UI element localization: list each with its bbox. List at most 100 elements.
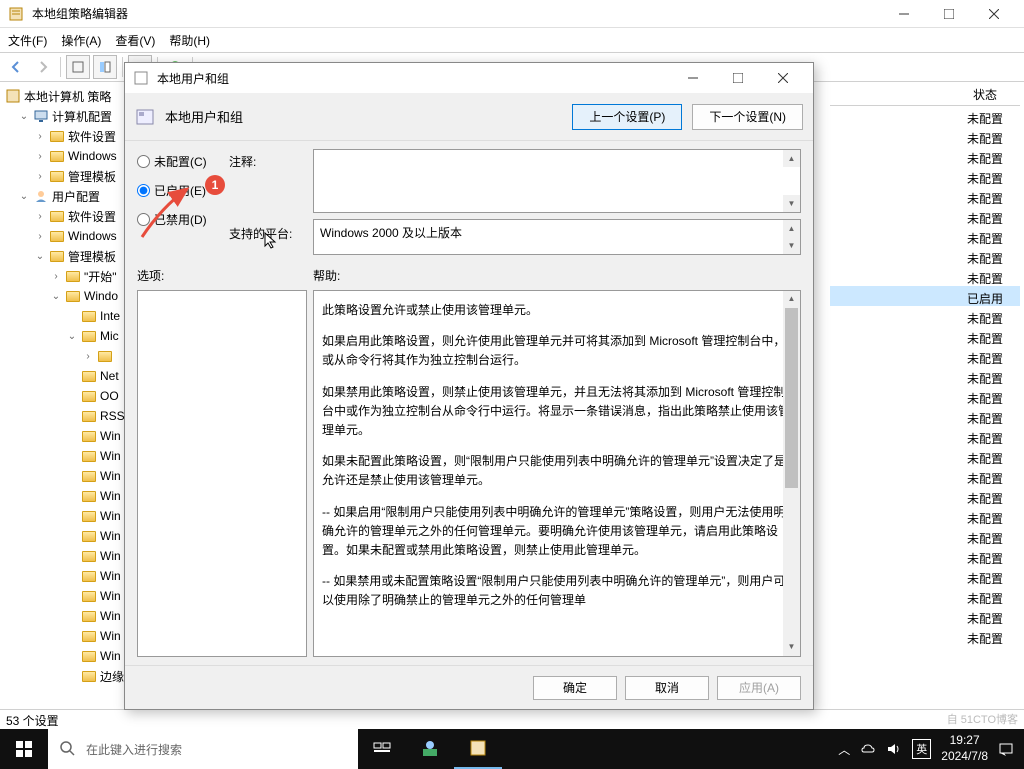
folder-icon (81, 608, 97, 624)
list-row[interactable]: 未配置 (830, 166, 1020, 186)
folder-icon (49, 228, 65, 244)
tray-clock[interactable]: 19:27 2024/7/8 (941, 733, 988, 764)
menu-view[interactable]: 查看(V) (115, 32, 155, 49)
list-row[interactable]: 未配置 (830, 106, 1020, 126)
radio-not-configured[interactable]: 未配置(C) (137, 153, 223, 170)
tree-toggle-icon[interactable]: › (34, 211, 46, 222)
folder-icon (81, 328, 97, 344)
list-row[interactable]: 未配置 (830, 366, 1020, 386)
dialog-close[interactable] (760, 63, 805, 93)
radio-disabled[interactable]: 已禁用(D) (137, 211, 223, 228)
list-row[interactable]: 未配置 (830, 146, 1020, 166)
list-row[interactable]: 未配置 (830, 406, 1020, 426)
scroll-up-icon[interactable]: ▲ (783, 220, 800, 237)
list-header[interactable]: 状态 (830, 82, 1020, 106)
tree-toggle-icon[interactable]: › (50, 271, 62, 282)
list-row[interactable]: 未配置 (830, 306, 1020, 326)
list-row[interactable]: 未配置 (830, 506, 1020, 526)
window-controls (881, 0, 1016, 28)
tree-toggle-icon[interactable]: › (34, 151, 46, 162)
options-box (137, 290, 307, 657)
tree-toggle-icon[interactable]: › (82, 351, 94, 362)
help-paragraph: 如果禁用此策略设置，则禁止使用该管理单元，并且无法将其添加到 Microsoft… (322, 383, 792, 441)
tree-toggle-icon[interactable]: › (34, 131, 46, 142)
list-row[interactable]: 未配置 (830, 546, 1020, 566)
list-row[interactable]: 未配置 (830, 246, 1020, 266)
dialog-titlebar[interactable]: 本地用户和组 (125, 63, 813, 93)
help-box[interactable]: 此策略设置允许或禁止使用该管理单元。如果启用此策略设置，则允许使用此管理单元并可… (313, 290, 801, 657)
list-row[interactable]: 未配置 (830, 266, 1020, 286)
scroll-down-icon[interactable]: ▼ (783, 195, 800, 212)
scroll-down-icon[interactable]: ▼ (783, 237, 800, 254)
list-row[interactable]: 未配置 (830, 426, 1020, 446)
tree-toggle-icon[interactable]: › (34, 231, 46, 242)
list-state: 未配置 (950, 306, 1020, 326)
next-setting-button[interactable]: 下一个设置(N) (692, 104, 803, 130)
start-button[interactable] (0, 729, 48, 769)
platform-box: Windows 2000 及以上版本 ▲ ▼ (313, 219, 801, 255)
toolbar-btn-1[interactable] (66, 55, 90, 79)
back-button[interactable] (4, 55, 28, 79)
toolbar-btn-2[interactable] (93, 55, 117, 79)
help-scrollbar[interactable]: ▲ ▼ (783, 291, 800, 656)
list-body[interactable]: 未配置未配置未配置未配置未配置未配置未配置未配置未配置已启用未配置未配置未配置未… (830, 106, 1020, 646)
close-button[interactable] (971, 0, 1016, 28)
tree-toggle-icon[interactable]: ⌄ (18, 111, 30, 122)
list-row[interactable]: 未配置 (830, 346, 1020, 366)
list-row[interactable]: 未配置 (830, 566, 1020, 586)
scroll-up-icon[interactable]: ▲ (783, 150, 800, 167)
ok-button[interactable]: 确定 (533, 676, 617, 700)
cancel-button[interactable]: 取消 (625, 676, 709, 700)
folder-icon (81, 388, 97, 404)
list-row[interactable]: 未配置 (830, 226, 1020, 246)
tray-cloud-icon[interactable] (860, 741, 876, 757)
tree-toggle-icon[interactable]: ⌄ (66, 331, 78, 342)
tree-toggle-icon[interactable]: ⌄ (50, 291, 62, 302)
tree-toggle-icon[interactable]: › (34, 171, 46, 182)
list-row[interactable]: 未配置 (830, 626, 1020, 646)
folder-icon (81, 508, 97, 524)
dialog-footer: 确定 取消 应用(A) (125, 665, 813, 709)
tree-toggle-icon[interactable]: ⌄ (18, 191, 30, 202)
menu-action[interactable]: 操作(A) (61, 32, 101, 49)
list-row[interactable]: 未配置 (830, 606, 1020, 626)
dialog-maximize[interactable] (715, 63, 760, 93)
list-row[interactable]: 未配置 (830, 486, 1020, 506)
col-state[interactable]: 状态 (950, 82, 1020, 105)
list-row[interactable]: 未配置 (830, 466, 1020, 486)
taskbar-app-1[interactable] (406, 729, 454, 769)
folder-icon (97, 348, 113, 364)
maximize-button[interactable] (926, 0, 971, 28)
forward-button[interactable] (31, 55, 55, 79)
list-row[interactable]: 未配置 (830, 586, 1020, 606)
minimize-button[interactable] (881, 0, 926, 28)
apply-button[interactable]: 应用(A) (717, 676, 801, 700)
list-state: 未配置 (950, 626, 1020, 646)
tray-chevron-icon[interactable]: ︿ (838, 741, 850, 758)
list-row[interactable]: 未配置 (830, 326, 1020, 346)
list-row[interactable]: 未配置 (830, 386, 1020, 406)
tray-lang[interactable]: 英 (912, 739, 931, 759)
taskbar-app-gpedit[interactable] (454, 729, 502, 769)
comment-textarea[interactable]: ▲ ▼ (313, 149, 801, 213)
label-platform: 支持的平台: (229, 219, 307, 255)
search-box[interactable]: 在此键入进行搜索 (48, 729, 358, 769)
list-row[interactable]: 未配置 (830, 126, 1020, 146)
scrollbar-thumb[interactable] (785, 308, 798, 488)
list-row[interactable]: 未配置 (830, 526, 1020, 546)
list-row[interactable]: 已启用 (830, 286, 1020, 306)
tree-label: 管理模板 (68, 248, 116, 265)
menu-help[interactable]: 帮助(H) (169, 32, 210, 49)
titlebar: 本地组策略编辑器 (0, 0, 1024, 28)
prev-setting-button[interactable]: 上一个设置(P) (572, 104, 682, 130)
list-row[interactable]: 未配置 (830, 446, 1020, 466)
dialog-minimize[interactable] (670, 63, 715, 93)
policy-dialog: 本地用户和组 本地用户和组 上一个设置(P) 下一个设置(N) 未配置(C) 已… (124, 62, 814, 710)
menu-file[interactable]: 文件(F) (8, 32, 47, 49)
task-view-button[interactable] (358, 729, 406, 769)
tree-toggle-icon[interactable]: ⌄ (34, 251, 46, 262)
list-row[interactable]: 未配置 (830, 186, 1020, 206)
tray-volume-icon[interactable] (886, 741, 902, 757)
tray-notifications-icon[interactable] (998, 741, 1014, 757)
list-row[interactable]: 未配置 (830, 206, 1020, 226)
